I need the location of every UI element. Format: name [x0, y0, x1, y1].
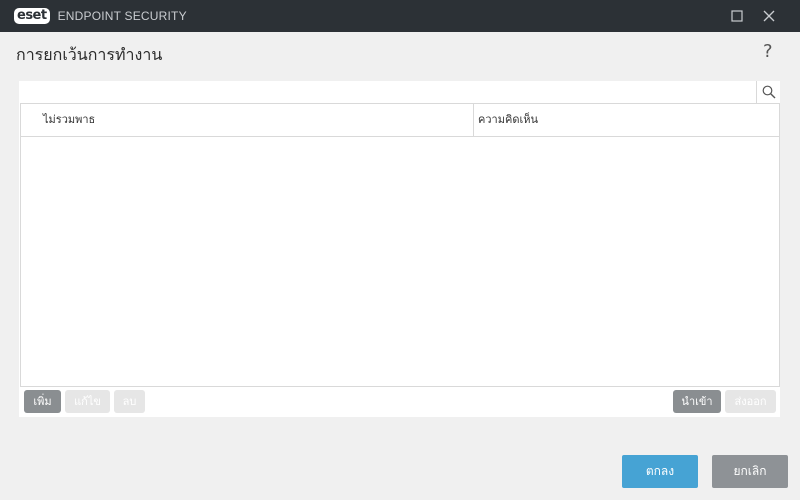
- maximize-button[interactable]: [721, 0, 753, 32]
- delete-button[interactable]: ลบ: [114, 390, 145, 413]
- page-title: การยกเว้นการทำงาน: [16, 45, 163, 64]
- search-input[interactable]: [19, 81, 755, 103]
- ok-button[interactable]: ตกลง: [622, 455, 698, 488]
- magnifier-icon: [762, 85, 776, 99]
- table-body[interactable]: [21, 137, 779, 386]
- table-toolbar: เพิ่ม แก้ไข ลบ นำเข้า ส่งออก: [19, 385, 780, 417]
- import-button[interactable]: นำเข้า: [673, 390, 721, 413]
- x-icon: [763, 10, 775, 22]
- search-bar: [19, 81, 780, 103]
- exclusions-panel: ไม่รวมพาธ ความคิดเห็น เพิ่ม แก้ไข ลบ นำเ…: [19, 81, 780, 417]
- edit-button[interactable]: แก้ไข: [65, 390, 110, 413]
- export-button[interactable]: ส่งออก: [725, 390, 776, 413]
- table-header: ไม่รวมพาธ ความคิดเห็น: [21, 104, 779, 137]
- eset-logo: eset ENDPOINT SECURITY: [14, 8, 187, 24]
- title-bar: eset ENDPOINT SECURITY: [0, 0, 800, 32]
- logo-mark: eset: [14, 8, 50, 24]
- cancel-button[interactable]: ยกเลิก: [712, 455, 788, 488]
- add-button[interactable]: เพิ่ม: [24, 390, 61, 413]
- close-button[interactable]: [753, 0, 785, 32]
- help-button[interactable]: ?: [763, 41, 773, 62]
- product-name: ENDPOINT SECURITY: [57, 9, 187, 23]
- square-icon: [731, 10, 743, 22]
- column-header-excluded-path[interactable]: ไม่รวมพาธ: [21, 104, 474, 136]
- exclusions-table: ไม่รวมพาธ ความคิดเห็น: [20, 103, 780, 387]
- search-button[interactable]: [756, 81, 781, 103]
- column-header-comment[interactable]: ความคิดเห็น: [475, 104, 779, 136]
